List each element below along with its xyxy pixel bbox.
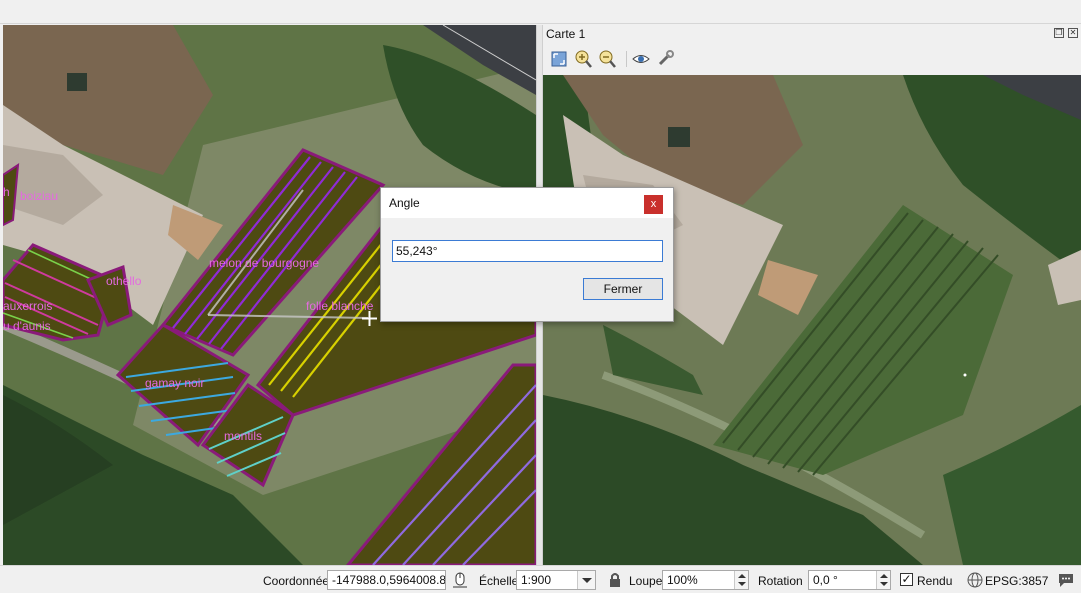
magnifier-label: Loupe (629, 574, 663, 588)
messages-icon[interactable] (1057, 571, 1075, 589)
dialog-titlebar[interactable]: Angle x (381, 188, 673, 218)
parcel-label-aunis: u d'aunis (3, 319, 51, 333)
crosshair-cursor-icon (362, 311, 377, 326)
toolbar-separator (626, 51, 627, 67)
close-panel-icon[interactable]: ✕ (1068, 28, 1078, 38)
top-toolbar-strip (0, 0, 1081, 24)
zoom-out-icon[interactable] (597, 49, 617, 69)
status-bar: Coordonnée -147988.0,5964008.8 Échelle 1… (0, 565, 1081, 593)
parcel-label-montils: montils (224, 429, 263, 443)
rotation-value: 0,0 ° (813, 573, 838, 587)
scale-label: Échelle (479, 574, 519, 588)
chevron-down-icon[interactable] (577, 571, 595, 589)
render-checkbox[interactable]: ✓ (900, 573, 913, 586)
render-label: Rendu (917, 574, 953, 588)
parcel-label-h: h (3, 185, 10, 199)
rotation-stepper[interactable] (876, 571, 890, 589)
parcel-label-melon-de-bourgogne: melon de bourgogne (209, 256, 320, 270)
coordinate-label: Coordonnée (263, 574, 330, 588)
map-view-panel-header: Carte 1 ❐ ✕ (543, 25, 1081, 75)
dialog-title: Angle (389, 196, 420, 210)
coordinate-field[interactable]: -147988.0,5964008.8 (327, 570, 446, 590)
lock-icon[interactable] (606, 571, 624, 589)
float-panel-icon[interactable]: ❐ (1054, 28, 1064, 38)
mouse-coordinates-toggle-icon[interactable] (451, 571, 469, 589)
rotation-label: Rotation (758, 574, 803, 588)
settings-wrench-icon[interactable] (655, 49, 675, 69)
crs-label[interactable]: EPSG:3857 (985, 574, 1048, 588)
angle-value-field[interactable]: 55,243° (392, 240, 663, 262)
rotation-field[interactable]: 0,0 ° (808, 570, 891, 590)
close-button[interactable]: Fermer (583, 278, 663, 300)
magnifier-stepper[interactable] (734, 571, 748, 589)
angle-dialog: Angle x 55,243° Fermer (380, 187, 674, 322)
scale-combobox[interactable]: 1:900 (516, 570, 596, 590)
magnifier-value: 100% (667, 573, 698, 587)
parcel-label-boiziau: boiziau (20, 189, 59, 203)
dialog-close-icon[interactable]: x (644, 195, 663, 214)
parcel-label-auxerrois: auxerrois (3, 299, 53, 313)
zoom-in-icon[interactable] (573, 49, 593, 69)
magnifier-field[interactable]: 100% (662, 570, 749, 590)
zoom-full-icon[interactable] (549, 49, 569, 69)
globe-icon[interactable] (966, 571, 984, 589)
view-icon[interactable] (631, 49, 651, 69)
scale-value: 1:900 (521, 573, 552, 587)
map-view-title: Carte 1 (546, 27, 586, 41)
parcel-label-gamay-noir: gamay noir (145, 376, 205, 390)
parcel-label-othello: othello (106, 274, 142, 288)
